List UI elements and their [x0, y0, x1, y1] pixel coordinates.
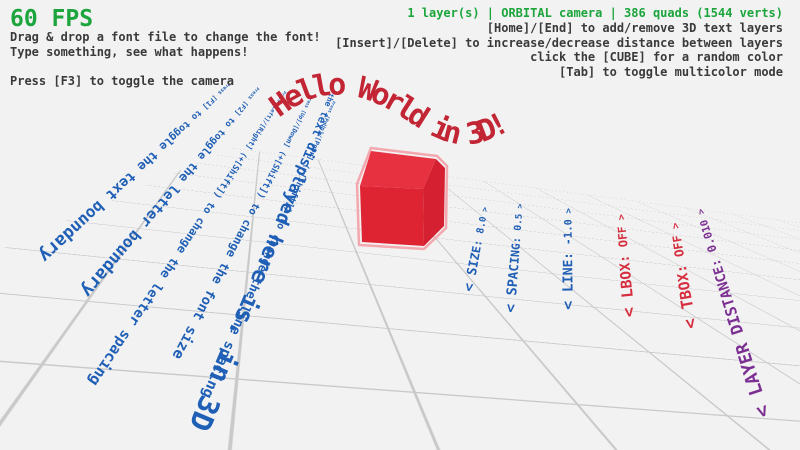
- help-line-camera: Press [F3] to toggle the camera: [10, 74, 321, 89]
- fps-counter: 60 FPS: [10, 6, 93, 32]
- line-status-text: < LINE: -1.0 >: [558, 208, 577, 310]
- help-line-cube-color: click the [CUBE] for a random color: [335, 50, 783, 65]
- cube-top-face: [360, 151, 436, 189]
- 3d-viewport[interactable]: Press [F1] to toggle the text boundary P…: [0, 0, 800, 450]
- help-line-drag-drop: Drag & drop a font file to change the fo…: [10, 30, 321, 45]
- left-help-panel: Drag & drop a font file to change the fo…: [10, 30, 321, 89]
- help-line-type: Type something, see what happens!: [10, 45, 321, 60]
- help-line-multicolor: [Tab] to toggle multicolor mode: [335, 65, 783, 80]
- color-cube[interactable]: [338, 128, 453, 253]
- cube-front-face: [360, 186, 424, 246]
- render-stats: 1 layer(s) | ORBITAL camera | 386 quads …: [335, 6, 783, 21]
- help-line-layer-distance: [Insert]/[Delete] to increase/decrease d…: [335, 36, 783, 51]
- right-help-panel: 1 layer(s) | ORBITAL camera | 386 quads …: [335, 6, 783, 80]
- help-line-layers: [Home]/[End] to add/remove 3D text layer…: [335, 21, 783, 36]
